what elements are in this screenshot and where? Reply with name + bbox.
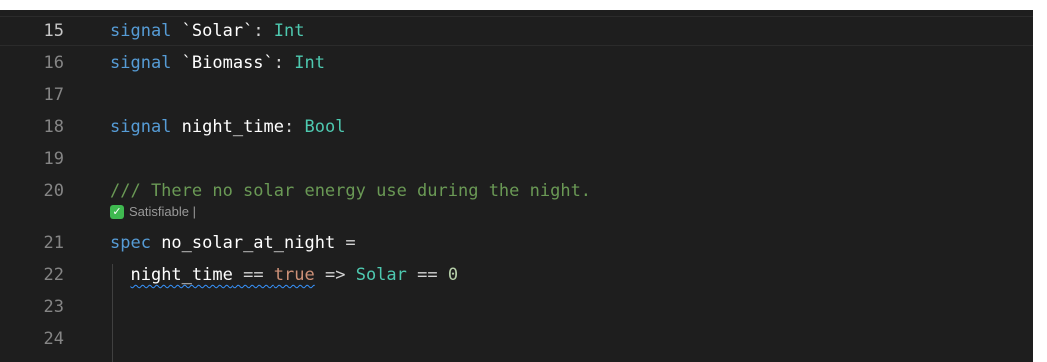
code-token: signal xyxy=(110,21,182,41)
code-line[interactable]: 15 signal `Solar`: Int xyxy=(0,16,1033,46)
code-token: Solar xyxy=(355,265,407,285)
line-number: 17 xyxy=(43,85,64,105)
line-number: 23 xyxy=(43,297,64,317)
line-number: 21 xyxy=(43,233,64,253)
code-token: night_time xyxy=(181,117,285,137)
code-text: signal night_time: Bool xyxy=(110,112,345,142)
code-text: spec no_solar_at_night = xyxy=(110,228,356,258)
code-line[interactable]: 22 night_time == true => Solar == 0 xyxy=(0,260,1033,290)
code-token: => xyxy=(314,265,356,285)
line-number: 20 xyxy=(43,181,64,201)
code-editor[interactable]: ✓ Satisfiable | 15 signal `Solar`: Int 16 s… xyxy=(0,10,1033,362)
code-token: Bool xyxy=(304,117,346,137)
code-line[interactable]: 19 xyxy=(0,144,1033,174)
code-token: : xyxy=(253,21,274,41)
line-number: 16 xyxy=(43,53,64,73)
code-token: night_time xyxy=(130,265,233,285)
code-token: /// There no solar energy use during the… xyxy=(110,181,592,201)
code-text: signal `Solar`: Int xyxy=(110,17,305,45)
line-number: 18 xyxy=(43,117,64,137)
line-number: 22 xyxy=(43,265,64,285)
code-line[interactable]: 21 spec no_solar_at_night = xyxy=(0,228,1033,258)
code-token: `Solar` xyxy=(181,21,254,41)
code-token: signal xyxy=(110,53,182,73)
code-token: = xyxy=(335,233,356,253)
line-number: 24 xyxy=(43,329,64,349)
line-number: 19 xyxy=(43,149,64,169)
code-text: night_time == true => Solar == 0 xyxy=(110,260,458,290)
code-token: : xyxy=(273,53,295,73)
code-token: == xyxy=(232,265,274,285)
code-text: /// There no solar energy use during the… xyxy=(110,176,591,206)
code-token: Int xyxy=(294,53,325,73)
code-token: signal xyxy=(110,117,182,137)
code-token: true xyxy=(273,265,315,285)
code-line[interactable]: 24 xyxy=(0,324,1033,354)
code-line[interactable]: 17 xyxy=(0,80,1033,110)
code-line[interactable]: 20 /// There no solar energy use during t… xyxy=(0,176,1033,206)
code-token: spec xyxy=(110,233,162,253)
code-text: signal `Biomass`: Int xyxy=(110,48,325,78)
code-line[interactable]: 23 xyxy=(0,292,1033,322)
line-number: 15 xyxy=(43,21,64,41)
code-token: 0 xyxy=(447,265,459,285)
code-token: Int xyxy=(273,21,305,41)
code-token: no_solar_at_night xyxy=(161,233,336,253)
check-icon: ✓ xyxy=(110,205,124,219)
code-token: `Biomass` xyxy=(181,53,274,73)
code-token: : xyxy=(284,117,305,137)
code-token: == xyxy=(406,265,448,285)
code-line[interactable]: 16 signal `Biomass`: Int xyxy=(0,48,1033,78)
code-line[interactable]: 18 signal night_time: Bool xyxy=(0,112,1033,142)
